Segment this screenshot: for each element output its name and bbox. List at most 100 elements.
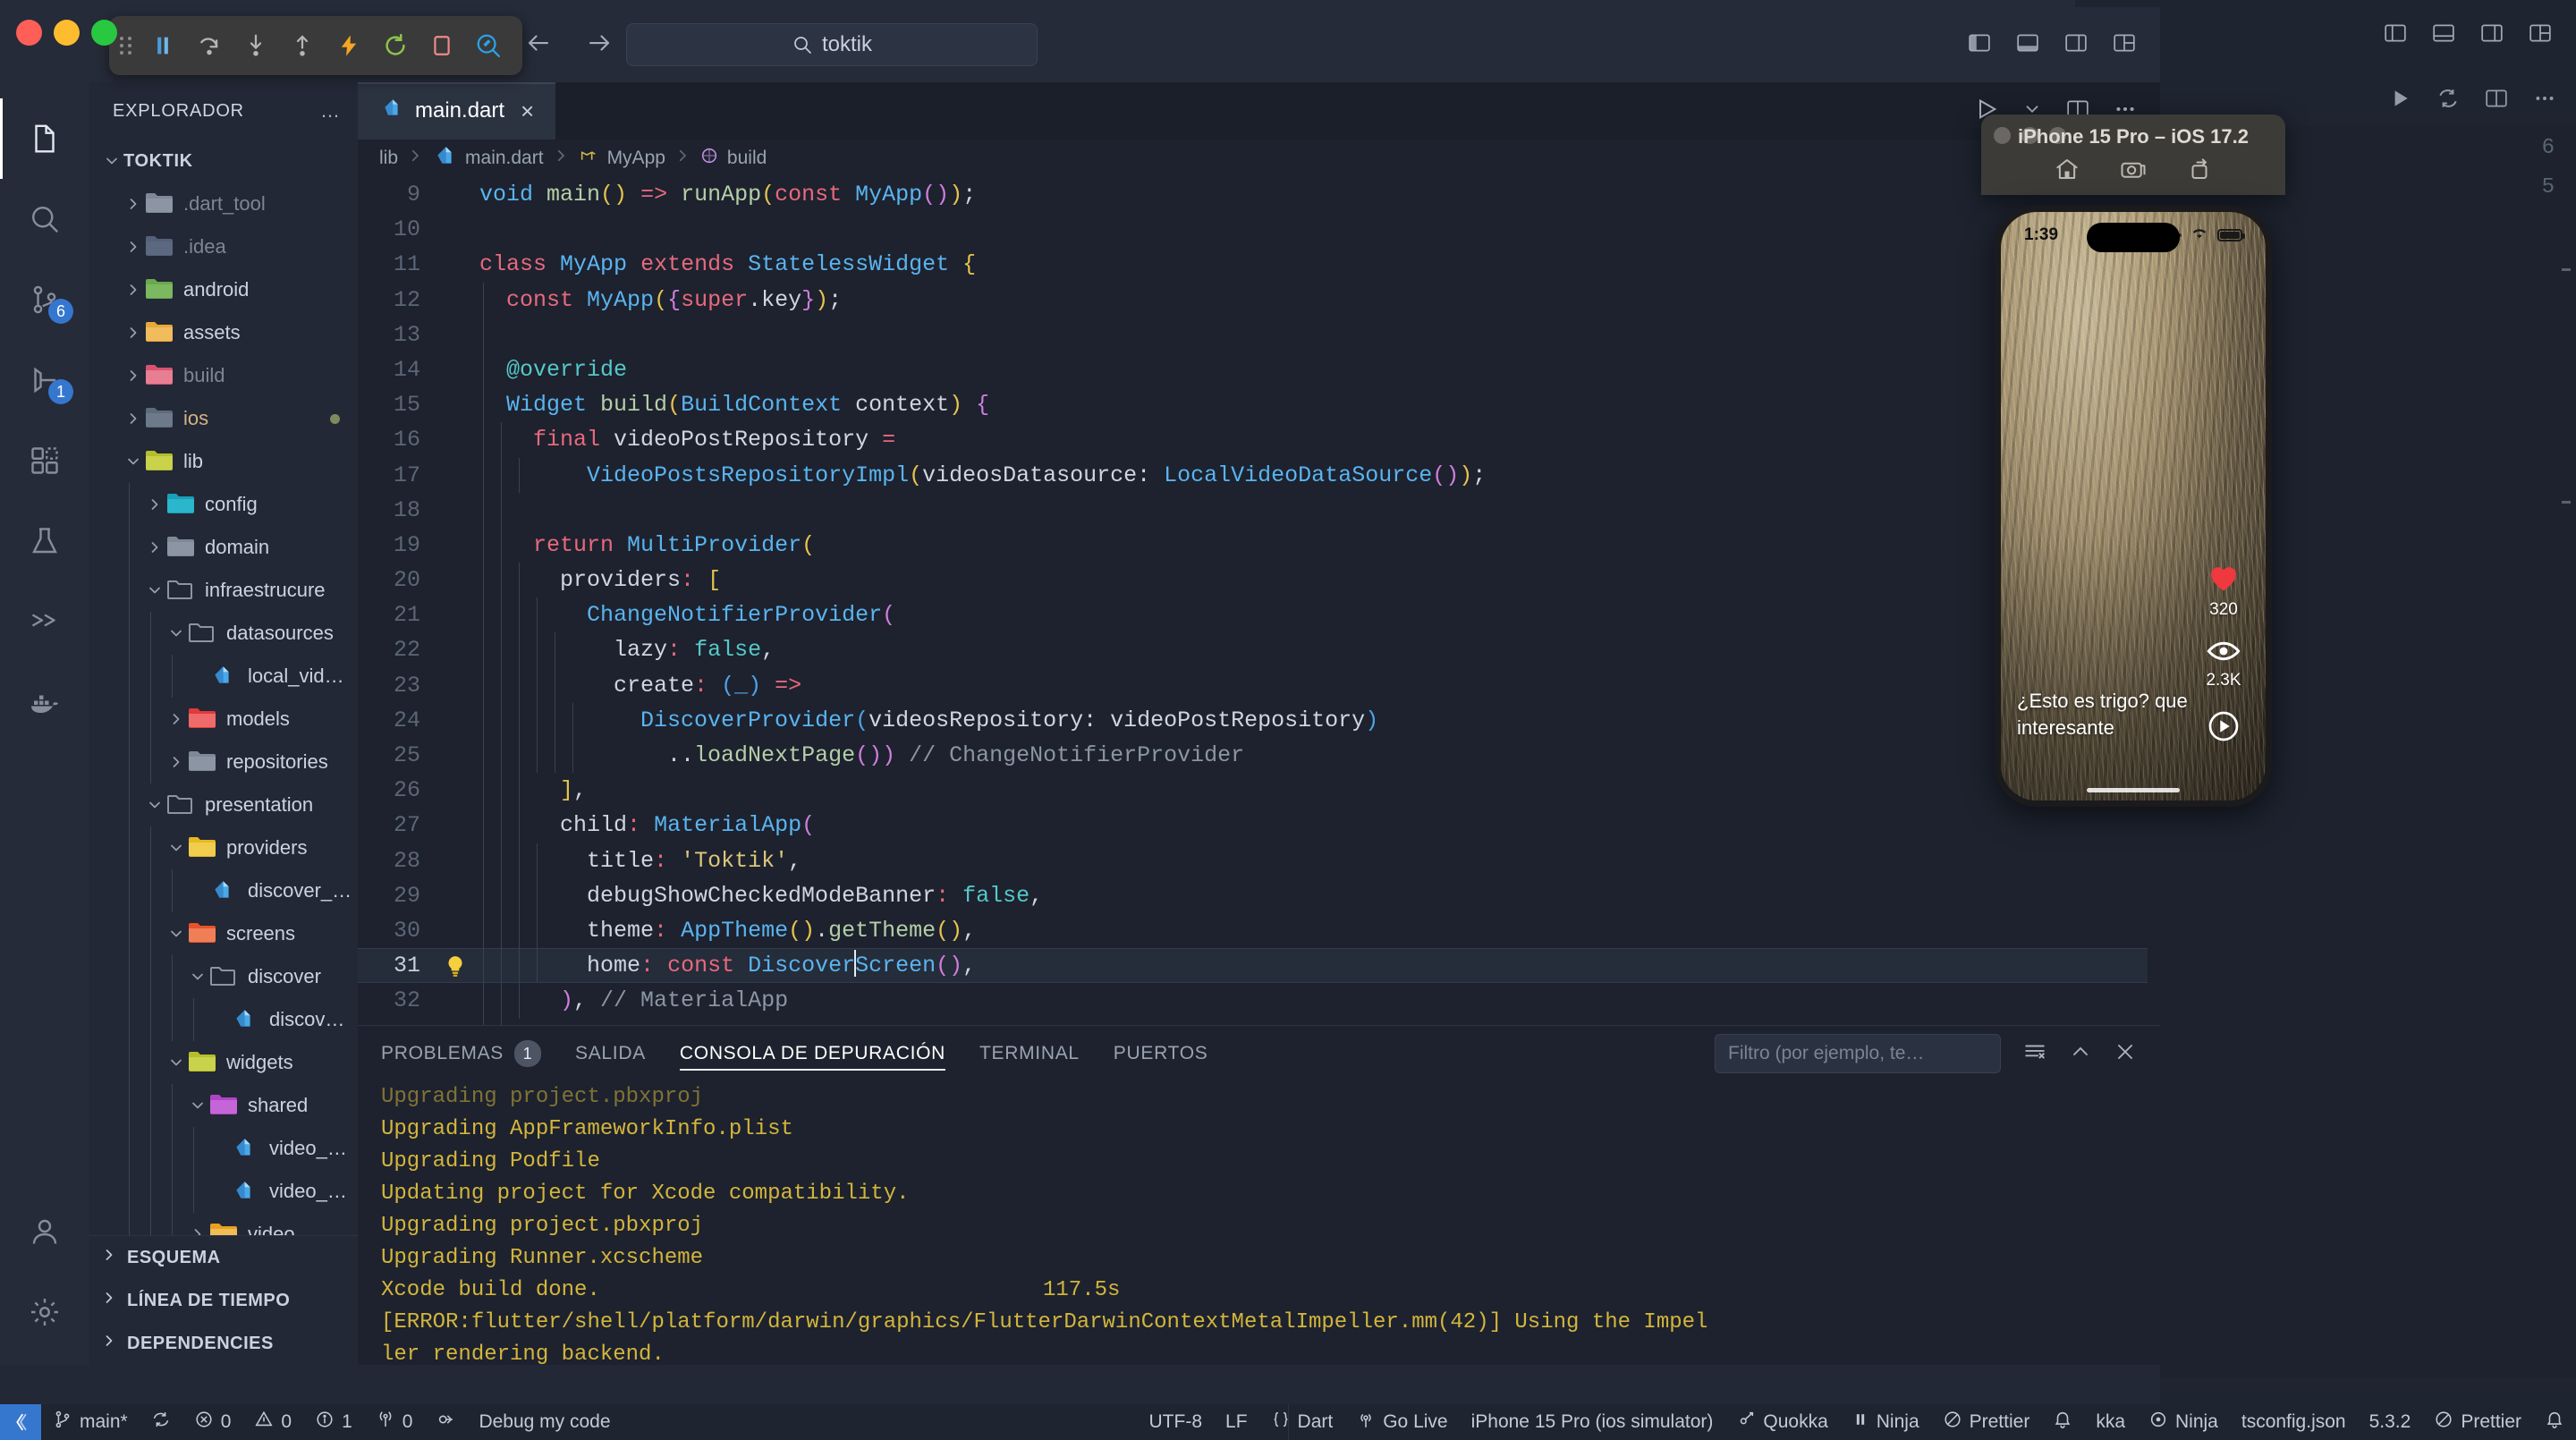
line-gutter[interactable] [440,352,479,387]
status-language[interactable]: Dart [1259,1404,1345,1440]
tree-item-android[interactable]: android [89,268,358,311]
code-line[interactable]: 19 return MultiProvider( [358,527,2160,563]
code-line[interactable]: 21 ChangeNotifierProvider( [358,597,2160,633]
status-ports[interactable]: 0 [364,1404,425,1440]
tree-item-providers[interactable]: providers [89,826,358,869]
status-notifications[interactable] [2041,1404,2084,1440]
line-gutter[interactable] [440,632,479,667]
tree-item-shared[interactable]: shared [89,1084,358,1127]
sidebar-item-explorer[interactable] [0,98,89,179]
code-line[interactable]: 27 child: MaterialApp( [358,808,2160,843]
sidebar-item-run-debug[interactable]: 1 [0,340,89,420]
code-line[interactable]: 9 void main() => runApp(const MyApp()); [358,177,2160,212]
status-go-live[interactable]: Go Live [1344,1404,1459,1440]
pause-resume-button[interactable] [140,22,186,69]
bg-status-ninja[interactable]: Ninja [2137,1404,2230,1440]
close-panel-button[interactable] [2114,1041,2137,1067]
tree-item-assets[interactable]: assets [89,311,358,354]
status-debug-mode[interactable]: Debug my code [467,1404,622,1440]
settings-button[interactable] [0,1272,89,1352]
code-line[interactable]: 29 debugShowCheckedModeBanner: false, [358,877,2160,913]
line-gutter[interactable] [440,773,479,808]
bg-toggle-right-icon[interactable] [2479,21,2504,49]
chevron-right-icon[interactable] [122,367,145,385]
chevron-right-icon[interactable] [122,324,145,342]
code-line[interactable]: 18 [358,492,2160,528]
tree-item-local-videos-datasource-imp-[interactable]: local_videos_datasource_imp… [89,655,358,698]
tree-item-video[interactable]: video [89,1213,358,1235]
chevron-down-icon[interactable] [165,1054,188,1072]
toggle-panel-icon[interactable] [2015,31,2040,59]
chevron-down-icon[interactable] [165,839,188,857]
tab-main-dart[interactable]: main.dart × [358,82,556,140]
views-indicator[interactable]: 2.3K [2206,640,2241,690]
code-line[interactable]: 25 ..loadNextPage()) // ChangeNotifierPr… [358,738,2160,774]
code-line[interactable]: 14 @override [358,352,2160,388]
tree-item-ios[interactable]: ios [89,397,358,440]
code-line[interactable]: 13 [358,317,2160,352]
code-line[interactable]: 32 ), // MaterialApp [358,983,2160,1019]
status-prettier[interactable]: Prettier [1931,1404,2042,1440]
sidebar-item-source-control[interactable]: 6 [0,259,89,340]
tab-ports[interactable]: PUERTOS [1114,1026,1208,1081]
line-gutter[interactable] [440,738,479,773]
code-line[interactable]: 17 VideoPostsRepositoryImpl(videosDataso… [358,457,2160,493]
code-line[interactable]: 16 final videoPostRepository = [358,422,2160,458]
tab-output[interactable]: SALIDA [575,1026,646,1081]
line-gutter[interactable] [440,703,479,738]
line-gutter[interactable] [440,597,479,632]
tree-item-video-buttons-dart[interactable]: video_buttons.dart [89,1127,358,1170]
tree-item-discover-provider-dart[interactable]: discover_provider.dart [89,869,358,912]
sidebar-item-extensions[interactable] [0,420,89,501]
sidebar-item-docker[interactable] [0,662,89,742]
code-line[interactable]: 15 Widget build(BuildContext context) { [358,387,2160,423]
line-gutter[interactable] [440,948,479,983]
line-gutter[interactable] [440,387,479,422]
code-line[interactable]: 30 theme: AppTheme().getTheme(), [358,912,2160,949]
status-quokka[interactable]: Quokka [1724,1404,1839,1440]
tree-item-discover-screen-dart[interactable]: discover_screen.dart [89,998,358,1041]
sidebar-item-search[interactable] [0,179,89,259]
status-ninja[interactable]: Ninja [1840,1404,1931,1440]
status-device[interactable]: iPhone 15 Pro (ios simulator) [1460,1404,1725,1440]
home-button[interactable] [2054,156,2080,187]
chevron-right-icon[interactable] [122,410,145,428]
bg-sync-icon[interactable] [2436,87,2460,114]
tree-item-lib[interactable]: lib [89,440,358,483]
chevron-right-icon[interactable] [143,496,166,513]
step-out-button[interactable] [279,22,326,69]
explorer-more-icon[interactable]: … [320,99,342,123]
close-tab-icon[interactable]: × [517,97,538,124]
status-sync[interactable] [140,1404,182,1440]
play-pause-button[interactable] [2207,710,2240,747]
tree-item--dart-tool[interactable]: .dart_tool [89,182,358,225]
tab-terminal[interactable]: TERMINAL [979,1026,1080,1081]
collapse-panel-button[interactable] [2069,1041,2092,1067]
bg-status-prettier[interactable]: Prettier [2422,1404,2533,1440]
tree-root-toktik[interactable]: TOKTIK [89,140,358,182]
tree-item-domain[interactable]: domain [89,526,358,569]
line-gutter[interactable] [440,563,479,597]
chevron-down-icon[interactable] [186,968,209,986]
minimize-window-button[interactable] [54,20,80,46]
code-line[interactable]: 11 class MyApp extends StatelessWidget { [358,247,2160,282]
chevron-right-icon[interactable] [165,710,188,728]
screenshot-button[interactable] [2120,156,2147,187]
chevron-down-icon[interactable] [165,925,188,943]
tree-item-video-scrollable-view-dart[interactable]: video_scrollable_view.dart [89,1170,358,1213]
line-gutter[interactable] [440,878,479,913]
line-gutter[interactable] [440,1019,479,1026]
sidebar-item-testing[interactable] [0,501,89,581]
tree-item-widgets[interactable]: widgets [89,1041,358,1084]
debug-console-output[interactable]: Upgrading project.pbxproj Upgrading AppFr… [358,1081,2160,1365]
code-line[interactable]: 33 ); // MultiProvider [358,1018,2160,1026]
close-window-button[interactable] [16,20,42,46]
code-line[interactable]: 10 [358,212,2160,247]
step-over-button[interactable] [186,22,233,69]
chevron-down-icon[interactable] [165,624,188,642]
bg-split-icon[interactable] [2485,87,2508,114]
tree-item-infraestrucure[interactable]: infraestrucure [89,569,358,612]
tree-item-models[interactable]: models [89,698,358,741]
clear-console-button[interactable] [2022,1040,2047,1068]
sidebar-item-thunder[interactable] [0,581,89,662]
